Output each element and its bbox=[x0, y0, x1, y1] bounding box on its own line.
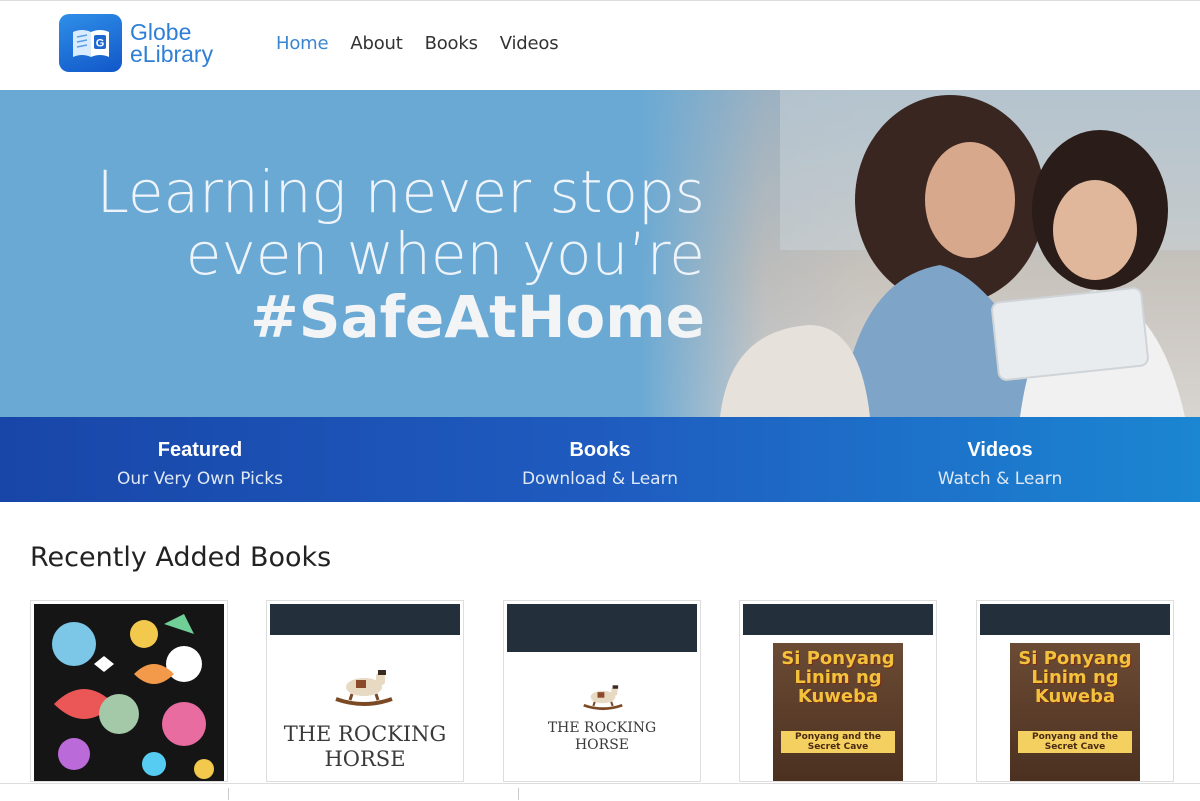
hero-banner[interactable]: Learning never stops even when you’re #S… bbox=[0, 90, 1200, 417]
category-title: Videos bbox=[967, 439, 1033, 461]
category-title: Books bbox=[569, 439, 631, 461]
book-cover-topbar bbox=[980, 604, 1170, 635]
book-card[interactable]: THE ROCKING HORSE bbox=[266, 600, 464, 782]
nav-videos[interactable]: Videos bbox=[500, 33, 559, 54]
nav-about[interactable]: About bbox=[350, 33, 402, 54]
nav-home[interactable]: Home bbox=[276, 33, 329, 54]
category-band: Featured Our Very Own Picks Books Downlo… bbox=[0, 417, 1200, 502]
rocking-horse-icon bbox=[583, 685, 623, 711]
divider bbox=[228, 788, 229, 800]
book-cover-topbar bbox=[743, 604, 933, 635]
book-cover-topbar bbox=[507, 604, 697, 652]
logo-line1: Globe bbox=[130, 19, 192, 45]
book-cover-subtitle: Ponyang and the Secret Cave bbox=[781, 731, 895, 753]
book-cover-title-2: HORSE bbox=[574, 737, 630, 753]
hero-photo-mother-daughter-tablet bbox=[640, 90, 1200, 417]
book-cover-ponyang: Si Ponyang Linim ng Kuweba Ponyang and t… bbox=[773, 643, 903, 781]
book-cover-collage bbox=[34, 604, 224, 781]
category-videos[interactable]: Videos Watch & Learn bbox=[800, 417, 1200, 502]
book-cover-title-line1: Si Ponyang bbox=[1018, 648, 1132, 669]
book-card[interactable]: THE ROCKING HORSE bbox=[503, 600, 701, 782]
book-cover-ponyang: Si Ponyang Linim ng Kuweba Ponyang and t… bbox=[1010, 643, 1140, 781]
nav-books[interactable]: Books bbox=[425, 33, 478, 54]
book-card[interactable]: Si Ponyang Linim ng Kuweba Ponyang and t… bbox=[739, 600, 937, 782]
book-card[interactable] bbox=[30, 600, 228, 782]
book-cover-title: Si Ponyang Linim ng Kuweba bbox=[1010, 649, 1140, 706]
book-card[interactable]: Si Ponyang Linim ng Kuweba Ponyang and t… bbox=[976, 600, 1174, 782]
book-cover-title-line3: Kuweba bbox=[797, 686, 879, 707]
logo-text: Globe eLibrary bbox=[130, 19, 214, 67]
category-books[interactable]: Books Download & Learn bbox=[400, 417, 800, 502]
category-featured[interactable]: Featured Our Very Own Picks bbox=[0, 417, 400, 502]
category-title: Featured bbox=[157, 439, 243, 461]
logo-letter: G bbox=[95, 38, 104, 50]
category-subtitle: Watch & Learn bbox=[937, 469, 1063, 489]
book-cover-topbar bbox=[270, 604, 460, 635]
book-cover-title-line2: Linim ng bbox=[1031, 667, 1119, 688]
logo-line2: eLibrary bbox=[130, 41, 214, 67]
book-logo-icon: G bbox=[59, 14, 122, 72]
hero-headline-line1: Learning never stops bbox=[96, 158, 705, 226]
hero-hashtag: #SafeAtHome bbox=[250, 283, 705, 351]
site-header: G Globe eLibrary Home About Books Videos bbox=[0, 0, 1200, 90]
category-subtitle: Download & Learn bbox=[521, 469, 679, 489]
bottom-strip bbox=[0, 783, 1200, 801]
book-cover-title: THE ROCKING bbox=[283, 722, 447, 746]
site-logo[interactable]: G Globe eLibrary bbox=[59, 14, 213, 72]
hero-headline-line2: even when you’re bbox=[185, 220, 705, 288]
book-cover-subtitle: Ponyang and the Secret Cave bbox=[1018, 731, 1132, 753]
book-cover-title-line2: Linim ng bbox=[794, 667, 882, 688]
book-cover-title-line3: Kuweba bbox=[1034, 686, 1116, 707]
main-nav: Home About Books Videos bbox=[276, 33, 580, 54]
book-cover-title-line1: Si Ponyang bbox=[781, 648, 895, 669]
book-cover-title-2: HORSE bbox=[324, 747, 406, 771]
section-title-recent-books: Recently Added Books bbox=[30, 542, 332, 573]
book-cover-title: THE ROCKING bbox=[547, 720, 657, 736]
hero-illustration bbox=[720, 90, 1200, 417]
category-subtitle: Our Very Own Picks bbox=[117, 469, 283, 489]
collage-art bbox=[52, 614, 214, 779]
book-cover-title: Si Ponyang Linim ng Kuweba bbox=[773, 649, 903, 706]
rocking-horse-icon bbox=[335, 670, 393, 706]
divider bbox=[518, 788, 519, 800]
